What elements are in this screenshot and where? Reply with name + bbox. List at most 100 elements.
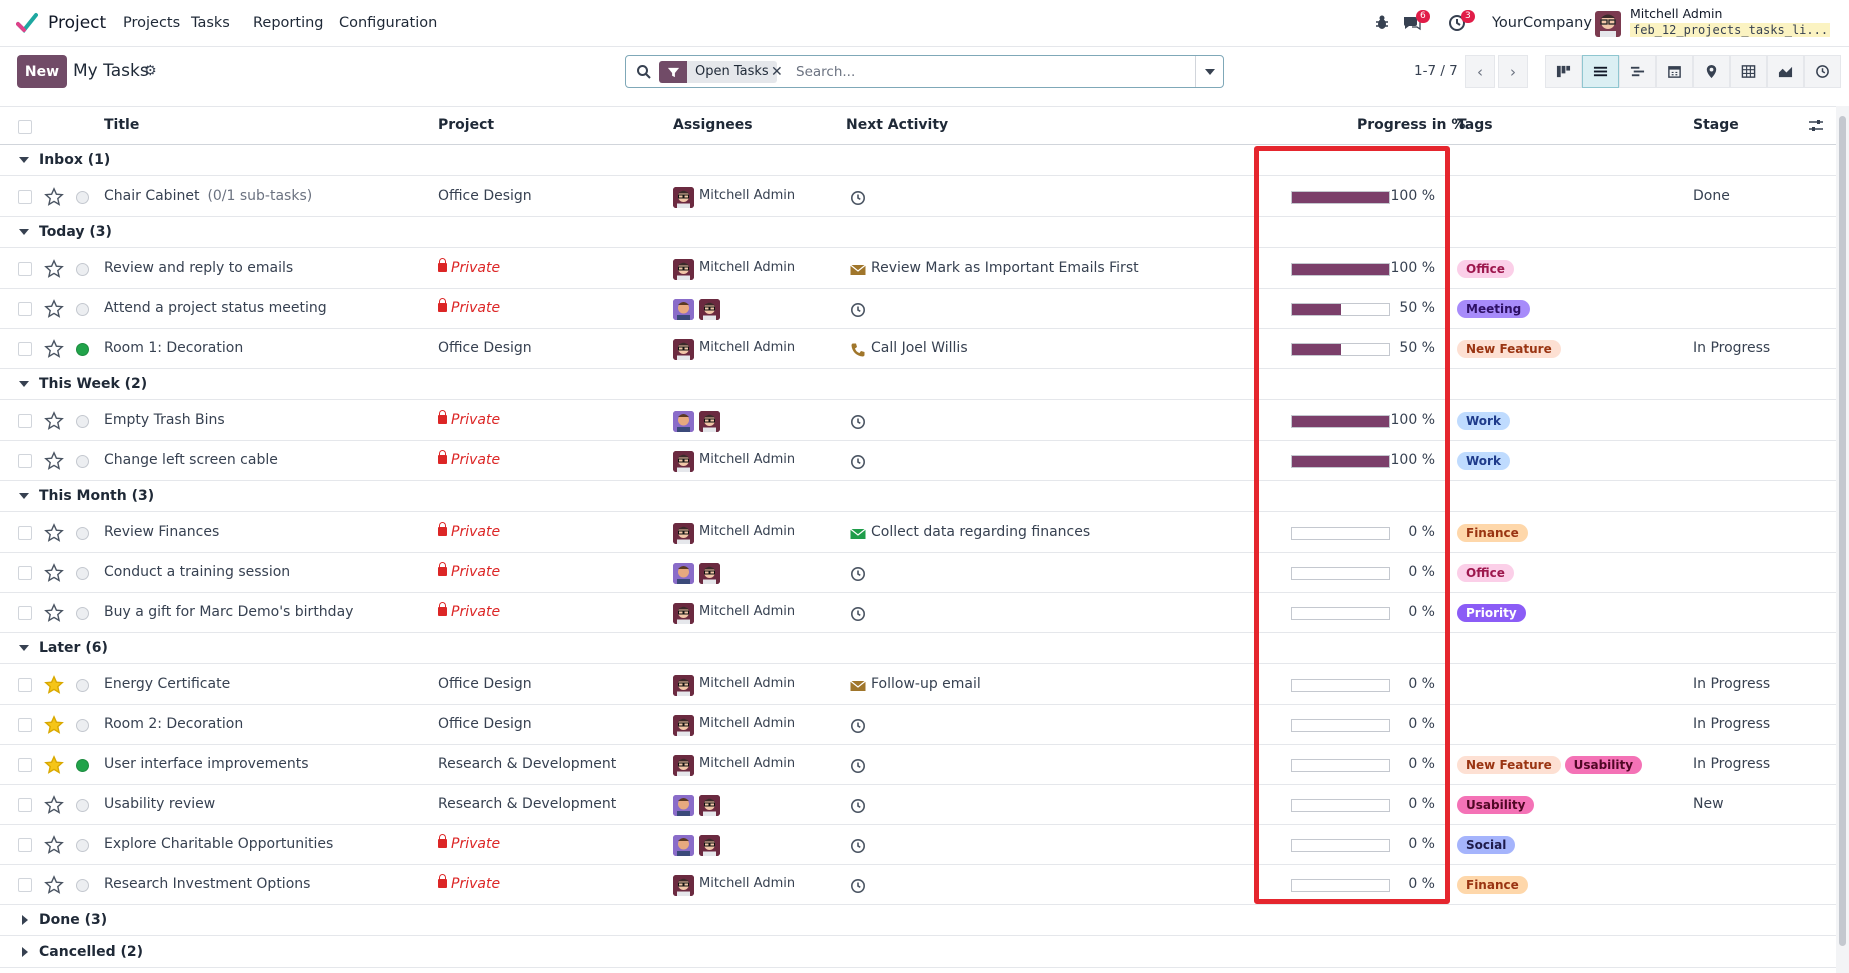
task-title[interactable]: Explore Charitable Opportunities	[104, 836, 333, 852]
avatar[interactable]	[673, 715, 694, 736]
gear-icon[interactable]: ⚙	[144, 63, 157, 79]
row-checkbox[interactable]	[18, 606, 32, 620]
avatar[interactable]	[673, 339, 694, 360]
column-tags[interactable]: Tags	[1457, 117, 1493, 133]
search-input[interactable]	[796, 62, 1196, 82]
avatar[interactable]	[673, 675, 694, 696]
schedule-activity-icon[interactable]	[850, 838, 866, 854]
avatar[interactable]	[673, 299, 694, 320]
status-dot[interactable]	[76, 527, 89, 540]
group-row[interactable]: This Week (2)	[0, 369, 1836, 400]
status-dot[interactable]	[76, 839, 89, 852]
table-row[interactable]: Room 1: Decoration Office Design Mitchell …	[0, 329, 1836, 369]
row-checkbox[interactable]	[18, 878, 32, 892]
group-row[interactable]: This Month (3)	[0, 481, 1836, 512]
avatar[interactable]	[673, 755, 694, 776]
group-row[interactable]: Done (3)	[0, 905, 1836, 936]
scroll-thumb[interactable]	[1839, 116, 1846, 946]
status-dot[interactable]	[76, 799, 89, 812]
envelope-icon[interactable]	[850, 262, 866, 278]
table-row[interactable]: Energy Certificate Office Design Mitchell …	[0, 665, 1836, 705]
avatar[interactable]	[673, 411, 694, 432]
status-dot[interactable]	[76, 567, 89, 580]
group-row[interactable]: Cancelled (2)	[0, 937, 1836, 968]
next-activity[interactable]: Call Joel Willis	[871, 340, 968, 356]
group-row[interactable]: Today (3)	[0, 217, 1836, 248]
table-row[interactable]: Usability review Research & Development 0 …	[0, 785, 1836, 825]
schedule-activity-icon[interactable]	[850, 190, 866, 206]
row-checkbox[interactable]	[18, 718, 32, 732]
pager-previous-button[interactable]: ‹	[1465, 55, 1495, 88]
view-kanban-button[interactable]	[1545, 55, 1582, 88]
schedule-activity-icon[interactable]	[850, 878, 866, 894]
task-title[interactable]: Buy a gift for Marc Demo's birthday	[104, 604, 353, 620]
star-icon[interactable]	[44, 795, 64, 815]
column-progress[interactable]: Progress in %	[1357, 117, 1465, 133]
row-checkbox[interactable]	[18, 262, 32, 276]
bug-icon[interactable]	[1372, 13, 1392, 33]
task-title[interactable]: Research Investment Options	[104, 876, 310, 892]
star-icon[interactable]	[44, 603, 64, 623]
status-dot[interactable]	[76, 415, 89, 428]
status-dot[interactable]	[76, 679, 89, 692]
menu-tasks[interactable]: Tasks	[191, 15, 230, 31]
task-title[interactable]: User interface improvements	[104, 756, 308, 772]
avatar[interactable]	[673, 563, 694, 584]
row-checkbox[interactable]	[18, 566, 32, 580]
row-checkbox[interactable]	[18, 838, 32, 852]
task-title[interactable]: Change left screen cable	[104, 452, 278, 468]
avatar[interactable]	[673, 603, 694, 624]
row-checkbox[interactable]	[18, 526, 32, 540]
view-list-button[interactable]	[1582, 55, 1619, 88]
table-row[interactable]: Research Investment Options Private Mitche…	[0, 865, 1836, 905]
row-checkbox[interactable]	[18, 302, 32, 316]
row-checkbox[interactable]	[18, 454, 32, 468]
envelope-icon[interactable]	[850, 678, 866, 694]
table-row[interactable]: User interface improvements Research & De…	[0, 745, 1836, 785]
star-filled-icon[interactable]	[44, 715, 64, 735]
task-title[interactable]: Review Finances	[104, 524, 219, 540]
table-row[interactable]: Empty Trash Bins Private 100 % Work	[0, 401, 1836, 441]
table-row[interactable]: Attend a project status meeting Private 50…	[0, 289, 1836, 329]
avatar[interactable]	[673, 835, 694, 856]
status-dot[interactable]	[76, 879, 89, 892]
task-title[interactable]: Empty Trash Bins	[104, 412, 225, 428]
company-switcher[interactable]: YourCompany	[1492, 15, 1592, 31]
status-dot[interactable]	[76, 759, 89, 772]
task-title[interactable]: Review and reply to emails	[104, 260, 293, 276]
task-title[interactable]: Conduct a training session	[104, 564, 290, 580]
view-graph-button[interactable]	[1767, 55, 1804, 88]
status-dot[interactable]	[76, 343, 89, 356]
column-title[interactable]: Title	[104, 117, 139, 133]
schedule-activity-icon[interactable]	[850, 758, 866, 774]
row-checkbox[interactable]	[18, 342, 32, 356]
next-activity[interactable]: Review Mark as Important Emails First	[871, 260, 1139, 276]
user-avatar[interactable]	[1595, 11, 1621, 37]
status-dot[interactable]	[76, 263, 89, 276]
table-row[interactable]: Conduct a training session Private 0 % Offi…	[0, 553, 1836, 593]
table-row[interactable]: Review Finances Private Mitchell Admin Coll…	[0, 513, 1836, 553]
avatar[interactable]	[699, 795, 720, 816]
envelope-icon[interactable]	[850, 526, 866, 542]
view-gantt-button[interactable]	[1619, 55, 1656, 88]
schedule-activity-icon[interactable]	[850, 606, 866, 622]
avatar[interactable]	[673, 795, 694, 816]
schedule-activity-icon[interactable]	[850, 302, 866, 318]
avatar[interactable]	[673, 451, 694, 472]
row-checkbox[interactable]	[18, 414, 32, 428]
avatar[interactable]	[699, 835, 720, 856]
view-activity-button[interactable]	[1804, 55, 1841, 88]
search-options-toggle[interactable]	[1195, 56, 1223, 87]
row-checkbox[interactable]	[18, 758, 32, 772]
star-icon[interactable]	[44, 451, 64, 471]
status-dot[interactable]	[76, 719, 89, 732]
star-icon[interactable]	[44, 523, 64, 543]
schedule-activity-icon[interactable]	[850, 414, 866, 430]
row-checkbox[interactable]	[18, 798, 32, 812]
status-dot[interactable]	[76, 455, 89, 468]
table-row[interactable]: Explore Charitable Opportunities Private 0…	[0, 825, 1836, 865]
pager-value[interactable]: 1-7 / 7	[1414, 63, 1458, 79]
row-checkbox[interactable]	[18, 678, 32, 692]
next-activity[interactable]: Follow-up email	[871, 676, 981, 692]
star-icon[interactable]	[44, 339, 64, 359]
